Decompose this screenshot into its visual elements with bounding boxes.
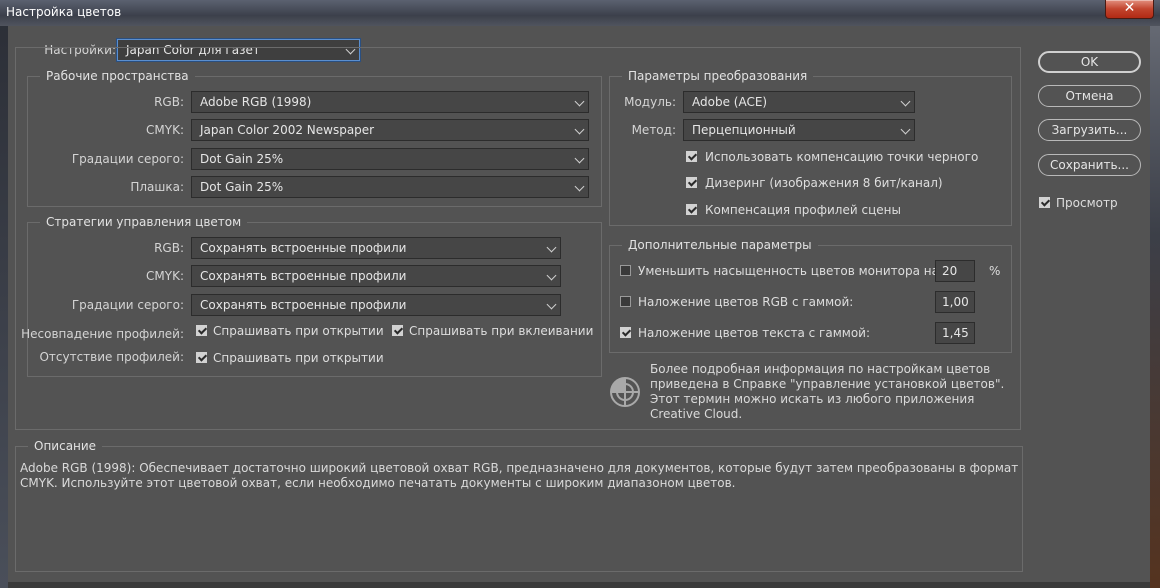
save-button[interactable]: Сохранить...: [1038, 154, 1141, 176]
percent-unit: %: [989, 264, 1001, 278]
ws-cmyk-select[interactable]: Japan Color 2002 Newspaper: [191, 119, 589, 141]
chevron-down-icon: [546, 242, 557, 253]
policy-gray-value: Сохранять встроенные профили: [200, 298, 407, 312]
window-title: Настройка цветов: [6, 5, 122, 19]
desaturate-checkbox[interactable]: [620, 265, 631, 276]
scene-compensation-checkbox[interactable]: [686, 204, 697, 215]
dither-label: Дизеринг (изображения 8 бит/канал): [705, 176, 943, 190]
intent-label: Метод:: [631, 123, 676, 137]
cancel-button[interactable]: Отмена: [1038, 85, 1141, 107]
close-icon: ✕: [1123, 0, 1136, 16]
info-text: Более подробная информация по настройкам…: [650, 362, 1005, 421]
chevron-down-icon: [574, 124, 585, 135]
bpc-label: Использовать компенсацию точки черного: [705, 150, 979, 164]
ws-rgb-select[interactable]: Adobe RGB (1998): [191, 91, 589, 113]
chevron-down-icon: [574, 96, 585, 107]
scene-compensation-label: Компенсация профилей сцены: [705, 203, 901, 217]
window-titlebar: Настройка цветов ✕: [0, 0, 1160, 26]
chevron-down-icon: [546, 270, 557, 281]
policy-rgb-value: Сохранять встроенные профили: [200, 241, 407, 255]
policy-gray-select[interactable]: Сохранять встроенные профили: [191, 294, 561, 316]
color-wheel-icon: [610, 377, 640, 407]
engine-select[interactable]: Adobe (ACE): [683, 91, 915, 113]
blend-rgb-input[interactable]: 1,00: [935, 291, 975, 313]
preview-checkbox[interactable]: [1039, 197, 1050, 208]
ws-gray-value: Dot Gain 25%: [200, 152, 284, 166]
ws-cmyk-label: CMYK:: [146, 123, 184, 137]
ws-spot-value: Dot Gain 25%: [200, 180, 284, 194]
chevron-down-icon: [900, 96, 911, 107]
mismatch-open-checkbox[interactable]: [196, 325, 207, 336]
ws-rgb-label: RGB:: [154, 95, 184, 109]
chevron-down-icon: [574, 181, 585, 192]
ws-gray-select[interactable]: Dot Gain 25%: [191, 148, 589, 170]
load-button[interactable]: Загрузить...: [1038, 119, 1141, 141]
desaturate-label: Уменьшить насыщенность цветов монитора н…: [638, 264, 944, 278]
blend-rgb-checkbox[interactable]: [620, 296, 631, 307]
color-settings-dialog: Настройки: Japan Color для газет Рабочие…: [8, 26, 1150, 582]
ws-gray-label: Градации серого:: [71, 152, 184, 166]
missing-open-checkbox[interactable]: [196, 352, 207, 363]
ws-cmyk-value: Japan Color 2002 Newspaper: [200, 123, 375, 137]
chevron-down-icon: [574, 153, 585, 164]
desktop-background-left: [0, 0, 8, 588]
engine-value: Adobe (ACE): [692, 95, 768, 109]
intent-value: Перцепционный: [692, 123, 796, 137]
dither-checkbox[interactable]: [686, 177, 697, 188]
policy-cmyk-value: Сохранять встроенные профили: [200, 269, 407, 283]
close-window-button[interactable]: ✕: [1105, 0, 1154, 19]
policy-cmyk-select[interactable]: Сохранять встроенные профили: [191, 265, 561, 287]
ws-rgb-value: Adobe RGB (1998): [200, 95, 312, 109]
mismatch-open-label: Спрашивать при открытии: [213, 324, 384, 338]
desaturate-input[interactable]: 20: [935, 260, 975, 282]
chevron-down-icon: [900, 124, 911, 135]
description-text: Adobe RGB (1998): Обеспечивает достаточн…: [20, 461, 1019, 490]
working-spaces-legend: Рабочие пространства: [40, 68, 195, 84]
description-legend: Описание: [28, 438, 103, 454]
mismatch-paste-checkbox[interactable]: [392, 325, 403, 336]
engine-label: Модуль:: [624, 95, 676, 109]
intent-select[interactable]: Перцепционный: [683, 119, 915, 141]
blend-text-checkbox[interactable]: [620, 327, 631, 338]
policy-rgb-select[interactable]: Сохранять встроенные профили: [191, 237, 561, 259]
preview-label: Просмотр: [1056, 196, 1118, 210]
bpc-checkbox[interactable]: [686, 151, 697, 162]
mismatch-label: Несовпадение профилей:: [21, 327, 184, 341]
mismatch-paste-label: Спрашивать при вклеивании: [409, 324, 594, 338]
blend-rgb-label: Наложение цветов RGB с гаммой:: [638, 295, 854, 309]
missing-label: Отсутствие профилей:: [39, 350, 184, 364]
missing-open-label: Спрашивать при открытии: [213, 351, 384, 365]
desktop-background-right: [1150, 0, 1160, 588]
policies-legend: Стратегии управления цветом: [40, 214, 248, 230]
blend-text-input[interactable]: 1,45: [935, 322, 975, 344]
ws-spot-label: Плашка:: [130, 180, 184, 194]
policy-rgb-label: RGB:: [154, 241, 184, 255]
advanced-legend: Дополнительные параметры: [622, 237, 818, 253]
policy-gray-label: Градации серого:: [71, 298, 184, 312]
blend-text-label: Наложение цветов текста с гаммой:: [638, 326, 871, 340]
policy-cmyk-label: CMYK:: [146, 269, 184, 283]
conversion-legend: Параметры преобразования: [622, 68, 814, 84]
ok-button[interactable]: OK: [1038, 51, 1141, 73]
chevron-down-icon: [546, 299, 557, 310]
ws-spot-select[interactable]: Dot Gain 25%: [191, 176, 589, 198]
